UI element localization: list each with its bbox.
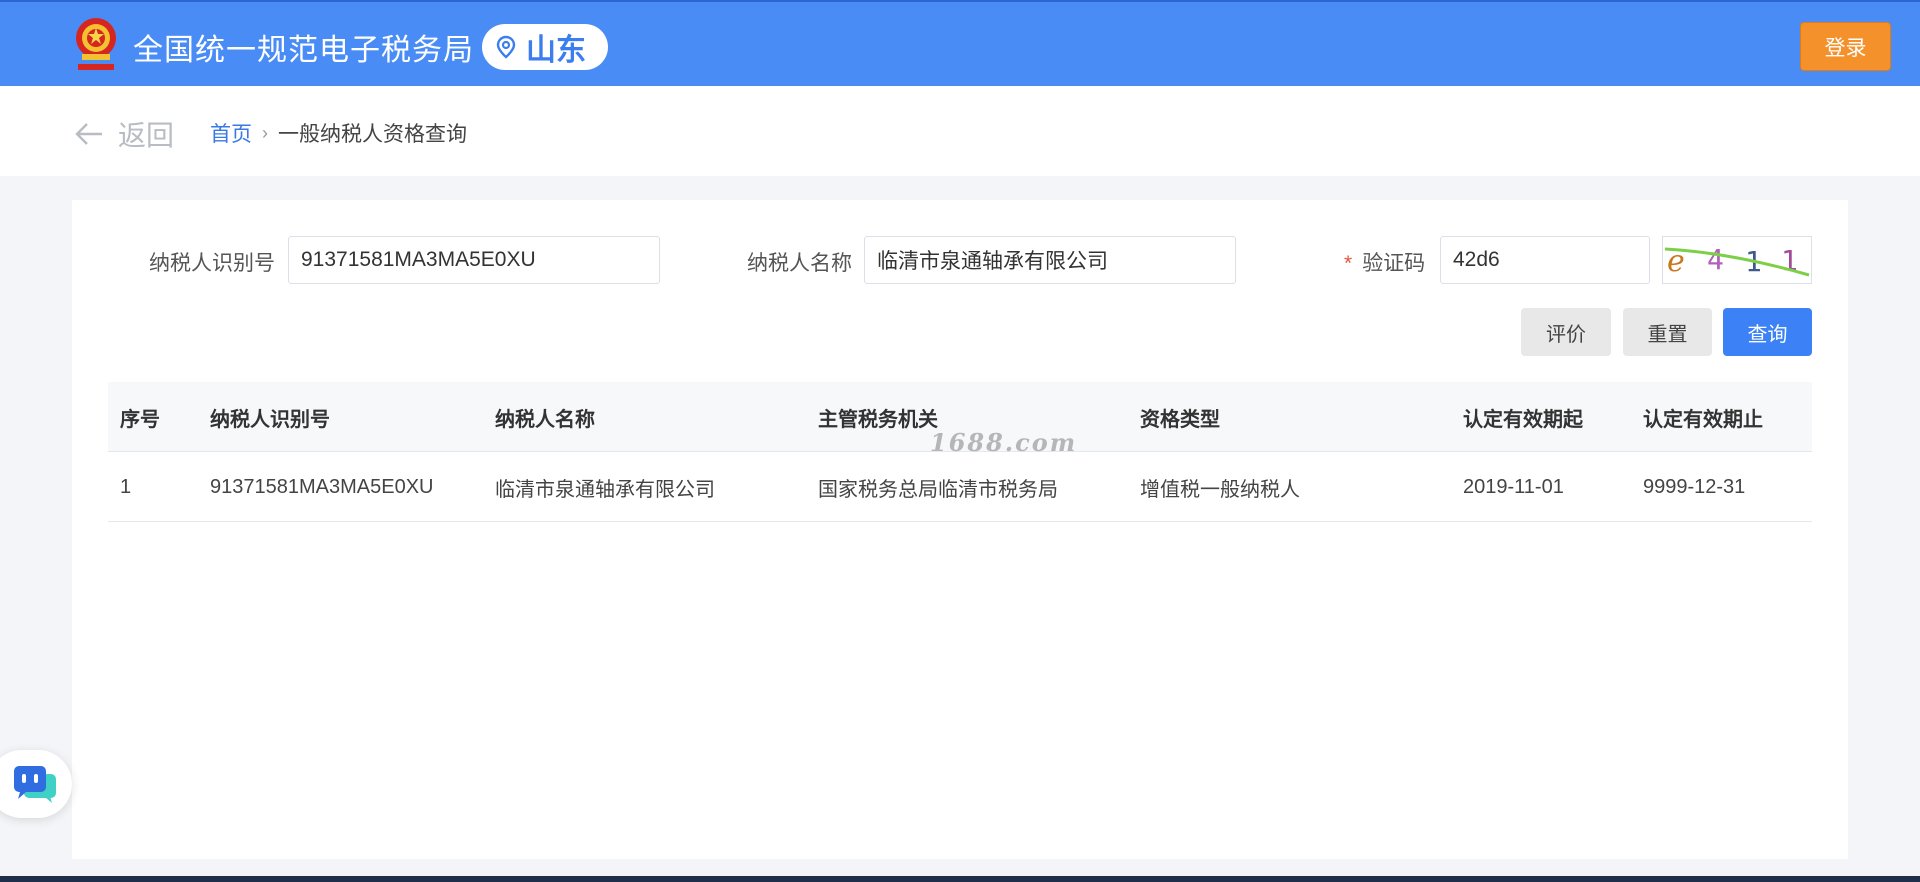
col-tax-authority: 主管税务机关: [818, 408, 938, 431]
arrow-left-icon: [75, 123, 102, 145]
location-pin-icon: [496, 35, 516, 59]
taxpayer-name-input[interactable]: 临清市泉通轴承有限公司: [864, 236, 1236, 284]
breadcrumb-current: 一般纳税人资格查询: [278, 123, 467, 146]
table-row: 1 91371581MA3MA5E0XU 临清市泉通轴承有限公司 国家税务总局临…: [108, 452, 1812, 522]
cell-qualification-type: 增值税一般纳税人: [1140, 478, 1300, 501]
top-header: 全国统一规范电子税务局 山东 登录: [0, 0, 1920, 86]
cell-taxpayer-name: 临清市泉通轴承有限公司: [495, 478, 715, 501]
svg-text:4: 4: [1707, 243, 1724, 276]
taxpayer-name-label: 纳税人名称: [747, 252, 852, 275]
cell-valid-from: 2019-11-01: [1463, 475, 1564, 498]
col-index: 序号: [120, 408, 160, 431]
query-panel: 纳税人识别号 91371581MA3MA5E0XU 纳税人名称 临清市泉通轴承有…: [72, 200, 1848, 859]
cell-valid-to: 9999-12-31: [1643, 475, 1746, 498]
chat-bot-icon: [14, 766, 56, 803]
back-label: 返回: [118, 120, 175, 151]
national-emblem-icon: [76, 18, 116, 70]
captcha-input[interactable]: 42d6: [1440, 236, 1650, 284]
site-title: 全国统一规范电子税务局: [133, 34, 474, 67]
evaluate-button[interactable]: 评价: [1521, 308, 1611, 356]
col-taxpayer-name: 纳税人名称: [495, 408, 595, 431]
col-valid-from: 认定有效期起: [1463, 408, 1583, 431]
taxpayer-id-label: 纳税人识别号: [149, 252, 275, 275]
captcha-image[interactable]: e 4 1 1: [1662, 236, 1812, 284]
captcha-label: 验证码: [1362, 252, 1426, 275]
col-taxpayer-id: 纳税人识别号: [210, 408, 330, 431]
region-selector[interactable]: 山东: [482, 24, 608, 70]
breadcrumb-bar: 返回 首页 › 一般纳税人资格查询: [0, 86, 1920, 176]
taskbar-edge: [0, 876, 1920, 882]
breadcrumb: 首页 › 一般纳税人资格查询: [210, 118, 467, 148]
required-mark: *: [1344, 252, 1353, 275]
col-valid-to: 认定有效期止: [1643, 408, 1763, 431]
captcha-label-group: * 验证码: [1344, 247, 1425, 277]
back-button[interactable]: 返回: [74, 114, 174, 154]
taxpayer-id-input[interactable]: 91371581MA3MA5E0XU: [288, 236, 660, 284]
watermark: 1688.com: [930, 428, 1078, 457]
query-button[interactable]: 查询: [1723, 308, 1812, 356]
col-qualification-type: 资格类型: [1140, 408, 1220, 431]
login-button[interactable]: 登录: [1800, 22, 1891, 71]
region-name: 山东: [526, 34, 586, 67]
breadcrumb-separator: ›: [262, 122, 268, 143]
chat-bot-button[interactable]: [0, 750, 72, 818]
cell-tax-authority: 国家税务总局临清市税务局: [818, 478, 1058, 501]
cell-index: 1: [120, 475, 132, 498]
breadcrumb-home-link[interactable]: 首页: [210, 118, 252, 148]
cell-taxpayer-id: 91371581MA3MA5E0XU: [210, 475, 434, 498]
reset-button[interactable]: 重置: [1623, 308, 1712, 356]
